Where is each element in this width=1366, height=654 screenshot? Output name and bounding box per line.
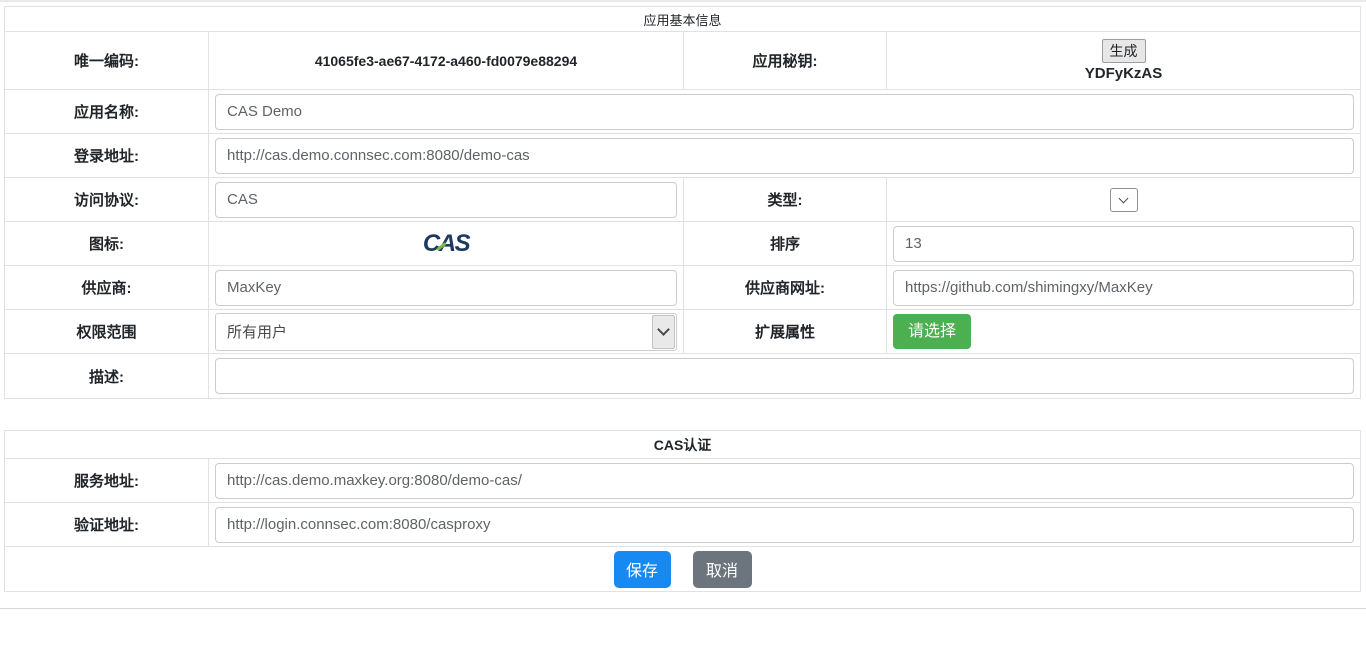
select-arrow-strip[interactable]: [652, 315, 675, 349]
cas-logo-icon: CAS: [423, 232, 469, 256]
ext-attr-label: 扩展属性: [684, 310, 887, 353]
service-url-label: 服务地址:: [5, 459, 209, 502]
vendor-url-label: 供应商网址:: [684, 266, 887, 309]
app-secret-value: YDFyKzAS: [1085, 65, 1163, 82]
app-name-label: 应用名称:: [5, 90, 209, 133]
validate-url-input[interactable]: [215, 507, 1354, 543]
vendor-url-input[interactable]: [893, 270, 1354, 306]
chevron-down-icon: [657, 323, 670, 336]
vendor-input[interactable]: [215, 270, 677, 306]
scope-select[interactable]: 所有用户: [215, 313, 677, 351]
service-url-input[interactable]: [215, 463, 1354, 499]
cas-section-title: CAS认证: [5, 431, 1360, 458]
basic-info-panel: 应用基本信息 唯一编码: 41065fe3-ae67-4172-a460-fd0…: [4, 6, 1361, 399]
type-select[interactable]: [1110, 188, 1138, 212]
save-button[interactable]: 保存: [614, 551, 671, 588]
protocol-input[interactable]: [215, 182, 677, 218]
unique-code-label: 唯一编码:: [5, 32, 209, 89]
bottom-divider: [0, 608, 1366, 609]
validate-url-label: 验证地址:: [5, 503, 209, 546]
cas-auth-panel: CAS认证 服务地址: 验证地址: 保存 取消: [4, 430, 1361, 592]
form-actions: 保存 取消: [5, 547, 1360, 591]
type-label: 类型:: [684, 178, 887, 221]
ext-attr-choose-button[interactable]: 请选择: [893, 314, 971, 349]
login-url-label: 登录地址:: [5, 134, 209, 177]
generate-secret-button[interactable]: 生成: [1102, 39, 1146, 63]
description-input[interactable]: [215, 358, 1354, 394]
sort-order-input[interactable]: [893, 226, 1354, 262]
chevron-down-icon: [1119, 193, 1129, 203]
page-top-edge: [0, 0, 1366, 2]
cancel-button[interactable]: 取消: [693, 551, 752, 588]
unique-code-value: 41065fe3-ae67-4172-a460-fd0079e88294: [215, 53, 677, 69]
scope-selected-value: 所有用户: [227, 321, 287, 342]
login-url-input[interactable]: [215, 138, 1354, 174]
description-label: 描述:: [5, 354, 209, 398]
scope-label: 权限范围: [5, 310, 209, 353]
app-name-input[interactable]: [215, 94, 1354, 130]
vendor-label: 供应商:: [5, 266, 209, 309]
sort-label: 排序: [684, 222, 887, 265]
icon-label: 图标:: [5, 222, 209, 265]
app-secret-label: 应用秘钥:: [684, 32, 887, 89]
basic-section-title: 应用基本信息: [5, 7, 1360, 31]
protocol-label: 访问协议:: [5, 178, 209, 221]
